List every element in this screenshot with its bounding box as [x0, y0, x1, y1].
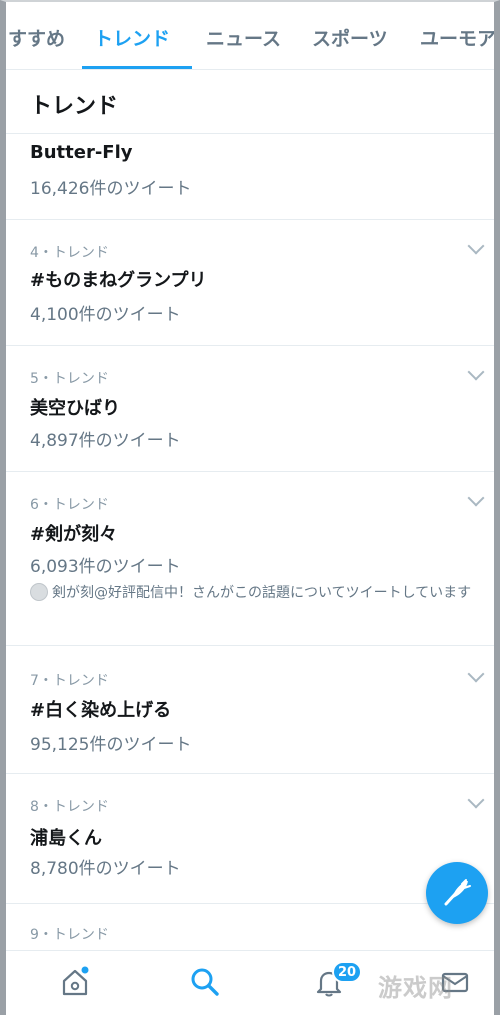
compose-feather-icon: [444, 879, 471, 906]
tab-trends[interactable]: トレンド: [94, 24, 170, 51]
trend-item[interactable]: 9・トレンド: [6, 904, 494, 950]
trend-item[interactable]: 5・トレンド 美空ひばり 4,897件のツイート: [6, 346, 494, 472]
trend-tweet-count: 8,780件のツイート: [30, 859, 181, 879]
chevron-down-icon[interactable]: [467, 791, 485, 809]
trend-tweet-count: 4,897件のツイート: [30, 431, 181, 451]
trend-tweet-count: 4,100件のツイート: [30, 305, 181, 325]
trend-tweet-count: 16,426件のツイート: [30, 179, 192, 199]
trend-name: 美空ひばり: [30, 398, 120, 419]
compose-button[interactable]: [426, 862, 488, 924]
trend-tweet-count: 95,125件のツイート: [30, 735, 192, 755]
watermark: 游戏网: [378, 974, 453, 1002]
trend-rank: 6・トレンド: [30, 497, 109, 513]
tab-sports[interactable]: スポーツ: [312, 24, 388, 51]
app-frame: すすめ トレンド ニュース スポーツ ユーモア トレンド Butter-Fly …: [0, 0, 500, 1015]
avatar: [30, 583, 48, 601]
trend-item[interactable]: 7・トレンド #白く染め上げる 95,125件のツイート: [6, 646, 494, 774]
trend-name: 浦島くん: [30, 828, 102, 849]
trend-item[interactable]: 8・トレンド 浦島くん 8,780件のツイート: [6, 774, 494, 904]
trend-name: #ものまねグランプリ: [30, 270, 207, 291]
nav-home[interactable]: [58, 965, 92, 999]
trend-name: #剣が刻々: [30, 524, 118, 545]
chevron-down-icon[interactable]: [467, 363, 485, 381]
tab-humor[interactable]: ユーモア: [420, 24, 494, 51]
trend-rank: 8・トレンド: [30, 799, 109, 815]
trend-name: Butter-Fly: [30, 142, 133, 163]
trend-rank: 5・トレンド: [30, 371, 109, 387]
chevron-down-icon[interactable]: [467, 665, 485, 683]
nav-search[interactable]: [188, 965, 222, 999]
chevron-down-icon[interactable]: [467, 237, 485, 255]
active-tab-indicator: [82, 66, 192, 69]
tab-news[interactable]: ニュース: [206, 24, 281, 51]
section-title: トレンド: [30, 94, 119, 119]
trend-rank: 7・トレンド: [30, 673, 109, 689]
trend-rank: 9・トレンド: [30, 927, 109, 943]
trend-context: 剣が刻@好評配信中！さんがこの話題についてツイートしています: [30, 582, 480, 605]
trend-item[interactable]: 6・トレンド #剣が刻々 6,093件のツイート 剣が刻@好評配信中！さんがこの…: [6, 472, 494, 646]
trend-tweet-count: 6,093件のツイート: [30, 557, 181, 577]
trend-context-text: 剣が刻@好評配信中！さんがこの話題についてツイートしています: [52, 585, 472, 601]
trend-name: #白く染め上げる: [30, 700, 172, 721]
trend-rank: 4・トレンド: [30, 245, 109, 261]
trend-item[interactable]: Butter-Fly 16,426件のツイート: [6, 134, 494, 220]
tab-recommended[interactable]: すすめ: [8, 24, 65, 51]
home-icon: [62, 966, 89, 996]
notification-badge: 20: [332, 961, 363, 983]
search-icon: [191, 968, 219, 996]
chevron-down-icon[interactable]: [467, 489, 485, 507]
trend-item[interactable]: 4・トレンド #ものまねグランプリ 4,100件のツイート: [6, 220, 494, 346]
top-tab-bar: すすめ トレンド ニュース スポーツ ユーモア: [6, 2, 494, 70]
